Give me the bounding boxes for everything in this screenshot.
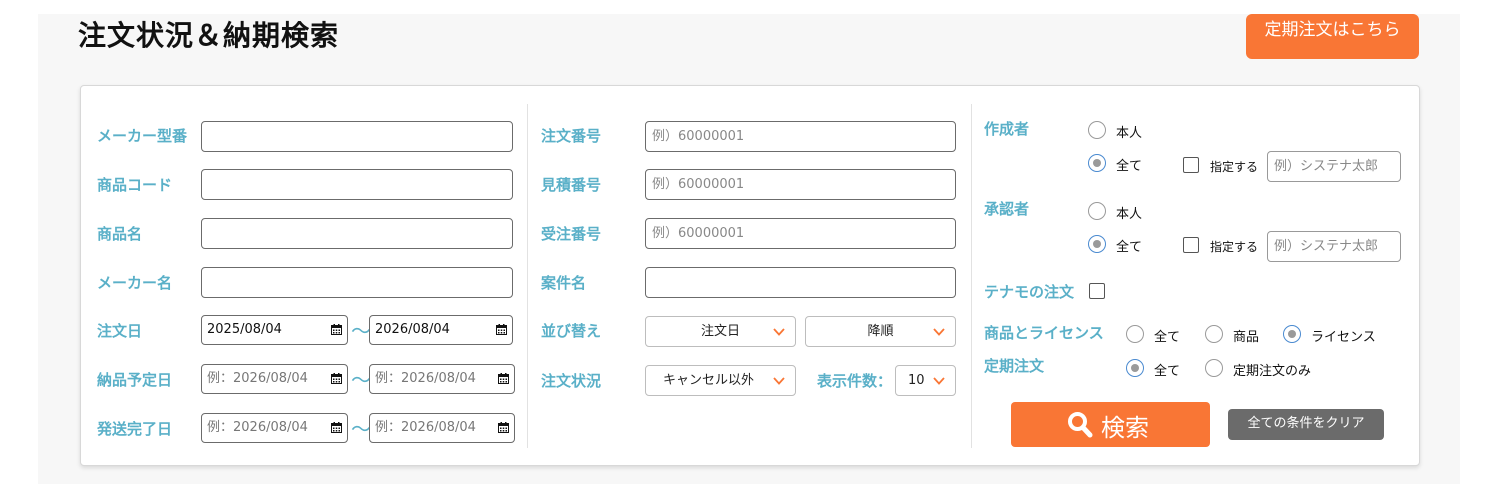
sort-field-value: 注文日 <box>700 324 740 339</box>
sort-order-value: 降順 <box>867 324 894 339</box>
order-status-label: 注文状況 <box>541 372 602 390</box>
order-date-to-value: 2026/08/04 <box>375 322 450 337</box>
creator-all-label: 全て <box>1116 159 1143 174</box>
order-date-from-field[interactable]: 2025/08/04 <box>201 315 348 345</box>
maker-name-label: メーカー名 <box>97 274 173 292</box>
calendar-icon[interactable] <box>498 373 509 384</box>
shipping-date-label: 発送完了日 <box>97 420 173 438</box>
range-tilde: ～ <box>351 368 371 392</box>
project-name-label: 案件名 <box>541 274 587 292</box>
pl-product-label: 商品 <box>1233 330 1260 345</box>
tenamo-order-label: テナモの注文 <box>984 283 1075 301</box>
approver-all-label: 全て <box>1116 240 1143 255</box>
approver-label: 承認者 <box>984 200 1030 218</box>
product-name-label: 商品名 <box>97 225 143 243</box>
range-tilde: ～ <box>351 319 371 343</box>
approver-self-radio[interactable] <box>1088 202 1106 220</box>
calendar-icon[interactable] <box>496 324 507 335</box>
delivery-date-from-field[interactable]: 例：2026/08/04 <box>201 364 348 394</box>
chevron-down-icon <box>773 328 785 336</box>
maker-model-label: メーカー型番 <box>97 127 188 145</box>
shipping-date-to-field[interactable]: 例：2026/08/04 <box>369 413 515 443</box>
order-status-value: キャンセル以外 <box>662 373 754 388</box>
creator-specify-checkbox[interactable] <box>1183 157 1199 173</box>
search-button-label: 検索 <box>1101 414 1149 442</box>
display-count-label: 表示件数： <box>817 372 893 390</box>
pl-all-label: 全て <box>1154 330 1181 345</box>
calendar-icon[interactable] <box>331 422 342 433</box>
delivery-date-to-placeholder: 例：2026/08/04 <box>375 371 476 386</box>
shipping-date-to-placeholder: 例：2026/08/04 <box>375 420 476 435</box>
product-license-label: 商品とライセンス <box>984 324 1104 342</box>
pl-license-radio[interactable] <box>1283 325 1301 343</box>
calendar-icon[interactable] <box>498 422 509 433</box>
column-divider <box>971 104 972 448</box>
pl-product-radio[interactable] <box>1205 325 1223 343</box>
creator-self-radio[interactable] <box>1088 121 1106 139</box>
order-number-label: 注文番号 <box>541 127 602 145</box>
quote-number-label: 見積番号 <box>541 176 602 194</box>
calendar-icon[interactable] <box>331 373 342 384</box>
quote-number-input[interactable] <box>645 169 956 200</box>
regular-only-label: 定期注文のみ <box>1233 364 1312 379</box>
column-divider <box>527 104 528 448</box>
creator-self-label: 本人 <box>1116 126 1143 141</box>
delivery-date-label: 納品予定日 <box>97 371 173 389</box>
approver-self-label: 本人 <box>1116 207 1143 222</box>
delivery-date-from-placeholder: 例：2026/08/04 <box>207 371 308 386</box>
search-button[interactable]: 検索 <box>1011 402 1210 447</box>
sort-field-select[interactable]: 注文日 <box>645 316 796 347</box>
page-title: 注文状況＆納期検索 <box>78 19 340 52</box>
product-name-input[interactable] <box>201 218 513 249</box>
creator-all-radio[interactable] <box>1088 154 1106 172</box>
regular-all-radio[interactable] <box>1126 359 1144 377</box>
creator-label: 作成者 <box>984 120 1030 138</box>
received-number-label: 受注番号 <box>541 225 602 243</box>
pl-license-label: ライセンス <box>1311 330 1376 345</box>
product-code-input[interactable] <box>201 169 513 200</box>
clear-conditions-button[interactable]: 全ての条件をクリア <box>1228 409 1384 440</box>
regular-only-radio[interactable] <box>1205 359 1223 377</box>
sort-label: 並び替え <box>541 322 602 340</box>
product-code-label: 商品コード <box>97 176 173 194</box>
order-number-input[interactable] <box>645 121 956 152</box>
approver-specify-label: 指定する <box>1210 240 1259 254</box>
maker-name-input[interactable] <box>201 267 513 298</box>
creator-name-input[interactable] <box>1267 151 1401 182</box>
chevron-down-icon <box>773 377 785 385</box>
order-status-select[interactable]: キャンセル以外 <box>645 365 796 396</box>
regular-all-label: 全て <box>1154 364 1181 379</box>
display-count-select[interactable]: 10 <box>895 365 956 396</box>
order-date-to-field[interactable]: 2026/08/04 <box>369 315 513 345</box>
pl-all-radio[interactable] <box>1126 325 1144 343</box>
chevron-down-icon <box>933 328 945 336</box>
search-icon <box>1068 412 1093 438</box>
order-date-label: 注文日 <box>97 322 143 340</box>
display-count-value: 10 <box>908 373 925 388</box>
chevron-down-icon <box>933 377 945 385</box>
regular-order-button[interactable]: 定期注文はこちら <box>1246 14 1419 59</box>
received-number-input[interactable] <box>645 218 956 249</box>
regular-order-label: 定期注文 <box>984 357 1045 375</box>
shipping-date-from-placeholder: 例：2026/08/04 <box>207 420 308 435</box>
approver-name-input[interactable] <box>1267 231 1401 262</box>
sort-order-select[interactable]: 降順 <box>805 316 956 347</box>
maker-model-input[interactable] <box>201 121 513 152</box>
approver-all-radio[interactable] <box>1088 235 1106 253</box>
tenamo-order-checkbox[interactable] <box>1089 283 1105 299</box>
calendar-icon[interactable] <box>331 324 342 335</box>
project-name-input[interactable] <box>645 267 956 298</box>
order-date-from-value: 2025/08/04 <box>207 322 282 337</box>
approver-specify-checkbox[interactable] <box>1183 237 1199 253</box>
delivery-date-to-field[interactable]: 例：2026/08/04 <box>369 364 515 394</box>
shipping-date-from-field[interactable]: 例：2026/08/04 <box>201 413 348 443</box>
creator-specify-label: 指定する <box>1210 160 1259 174</box>
range-tilde: ～ <box>351 417 371 441</box>
